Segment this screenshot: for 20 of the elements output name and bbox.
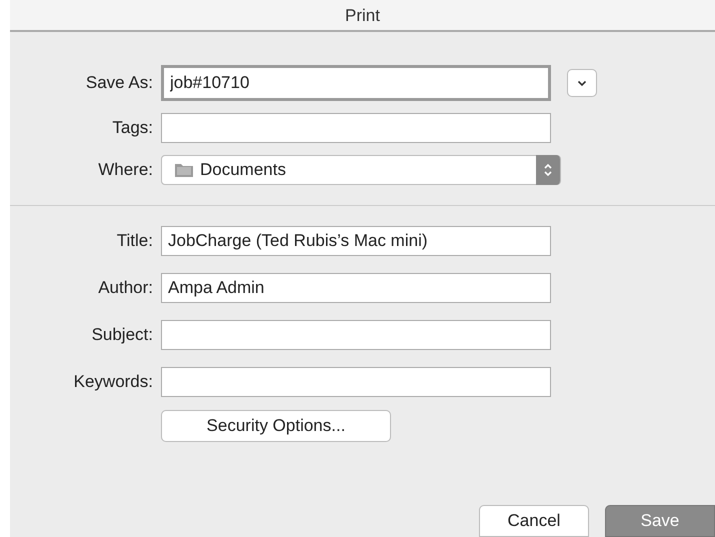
- window-title: Print: [345, 6, 380, 26]
- field-label: Title:: [116, 231, 153, 251]
- field-label: Where:: [97, 160, 153, 180]
- field-label: Tags:: [111, 118, 153, 138]
- chevron-down-icon: [577, 80, 587, 86]
- location-popup[interactable]: Documents: [161, 155, 561, 185]
- up-down-arrows-icon: [543, 162, 553, 178]
- field-label: Author:: [97, 278, 153, 298]
- field-label: Subject:: [90, 325, 153, 345]
- tags-field[interactable]: [161, 113, 551, 143]
- field-label: Save As:: [84, 73, 153, 93]
- text-field[interactable]: JobCharge (Ted Rubis’s Mac mini): [161, 226, 551, 256]
- security-options-button[interactable]: Security Options...: [161, 410, 391, 442]
- text-field[interactable]: [161, 320, 551, 350]
- text-field[interactable]: Ampa Admin: [161, 273, 551, 303]
- expand-button[interactable]: [567, 69, 597, 97]
- text-field[interactable]: [161, 367, 551, 397]
- folder-icon: [174, 162, 194, 178]
- cancel-button[interactable]: Cancel: [479, 505, 589, 537]
- field-label: Keywords:: [72, 372, 153, 392]
